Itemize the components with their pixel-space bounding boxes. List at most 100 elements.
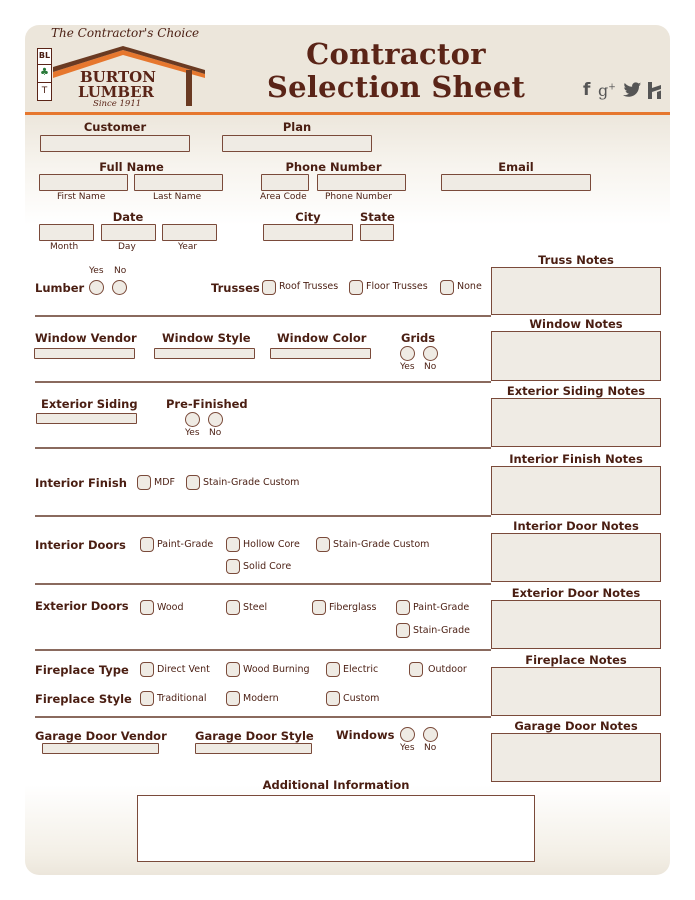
paint-grade-exterior-checkbox[interactable] [396, 600, 410, 615]
window-notes-textarea[interactable] [491, 331, 661, 381]
lumber-no-radio[interactable] [112, 280, 127, 295]
none-trusses-checkbox[interactable] [440, 280, 454, 295]
date-label: Date [112, 210, 144, 224]
steel-door-checkbox[interactable] [226, 600, 240, 615]
plan-input[interactable] [222, 135, 372, 152]
interior-finish-notes-textarea[interactable] [491, 466, 661, 515]
floor-trusses-option: Floor Trusses [366, 281, 428, 292]
wood-burning-option: Wood Burning [243, 664, 310, 675]
month-input[interactable] [39, 224, 94, 241]
none-trusses-option: None [457, 281, 482, 292]
outdoor-checkbox[interactable] [409, 662, 423, 677]
exterior-door-notes-textarea[interactable] [491, 600, 661, 649]
roof-trusses-option: Roof Trusses [279, 281, 339, 292]
mdf-checkbox[interactable] [137, 475, 151, 490]
electric-option: Electric [343, 664, 379, 675]
last-name-input[interactable] [134, 174, 223, 191]
garage-door-notes-textarea[interactable] [491, 733, 661, 782]
customer-label: Customer [83, 120, 147, 134]
fiberglass-door-checkbox[interactable] [312, 600, 326, 615]
email-input[interactable] [441, 174, 591, 191]
state-input[interactable] [360, 224, 394, 241]
stain-grade-exterior-option: Stain-Grade [413, 625, 470, 636]
houzz-icon[interactable] [648, 82, 661, 103]
direct-vent-checkbox[interactable] [140, 662, 154, 677]
header-divider [25, 112, 670, 115]
plan-label: Plan [282, 120, 312, 134]
phone-number-caption: Phone Number [325, 192, 392, 202]
traditional-checkbox[interactable] [140, 691, 154, 706]
city-label: City [295, 210, 321, 224]
custom-fireplace-checkbox[interactable] [326, 691, 340, 706]
stain-grade-exterior-checkbox[interactable] [396, 623, 410, 638]
first-name-input[interactable] [39, 174, 128, 191]
paint-grade-interior-checkbox[interactable] [140, 537, 154, 552]
exterior-siding-notes-textarea[interactable] [491, 398, 661, 447]
stain-grade-custom-door-checkbox[interactable] [316, 537, 330, 552]
facebook-icon[interactable]: f [583, 80, 590, 100]
floor-trusses-checkbox[interactable] [349, 280, 363, 295]
title-line-2: Selection Sheet [266, 70, 526, 104]
window-vendor-label: Window Vendor [35, 331, 137, 345]
lumber-yes-radio[interactable] [89, 280, 104, 295]
roof-trusses-checkbox[interactable] [262, 280, 276, 295]
customer-input[interactable] [40, 135, 190, 152]
phone-number-input[interactable] [317, 174, 406, 191]
fireplace-style-label: Fireplace Style [35, 692, 132, 706]
interior-finish-notes-label: Interior Finish Notes [509, 452, 643, 466]
window-style-input[interactable] [154, 348, 255, 359]
year-caption: Year [178, 242, 198, 252]
twitter-icon[interactable] [623, 82, 642, 102]
first-name-caption: First Name [57, 192, 106, 202]
interior-door-notes-label: Interior Door Notes [513, 519, 639, 533]
section-divider [35, 716, 491, 718]
wood-burning-checkbox[interactable] [226, 662, 240, 677]
prefinished-yes-radio[interactable] [185, 412, 200, 427]
section-divider [35, 583, 491, 585]
google-plus-icon[interactable]: g+ [598, 81, 616, 100]
truss-notes-textarea[interactable] [491, 267, 661, 315]
grids-no-radio[interactable] [423, 346, 438, 361]
modern-checkbox[interactable] [226, 691, 240, 706]
outdoor-option: Outdoor [428, 664, 467, 675]
prefinished-no-radio[interactable] [208, 412, 223, 427]
hollow-core-checkbox[interactable] [226, 537, 240, 552]
garage-windows-yes-caption: Yes [400, 743, 415, 753]
window-color-label: Window Color [277, 331, 367, 345]
window-color-input[interactable] [270, 348, 371, 359]
garage-door-vendor-input[interactable] [42, 743, 159, 754]
garage-windows-no-radio[interactable] [423, 727, 438, 742]
grids-yes-radio[interactable] [400, 346, 415, 361]
grids-no-caption: No [424, 362, 437, 372]
pre-finished-label: Pre-Finished [166, 397, 248, 411]
badge-bl: BL [37, 48, 52, 65]
fireplace-notes-textarea[interactable] [491, 667, 661, 716]
stain-grade-custom-finish-checkbox[interactable] [186, 475, 200, 490]
city-input[interactable] [263, 224, 353, 241]
mdf-option: MDF [154, 477, 175, 488]
stain-grade-custom-finish-option: Stain-Grade Custom [203, 477, 300, 488]
logo-badge: BL ♣ T [37, 48, 52, 106]
custom-fireplace-option: Custom [343, 693, 380, 704]
garage-windows-yes-radio[interactable] [400, 727, 415, 742]
section-divider [35, 649, 491, 651]
wood-door-checkbox[interactable] [140, 600, 154, 615]
window-vendor-input[interactable] [34, 348, 135, 359]
year-input[interactable] [162, 224, 217, 241]
tagline: The Contractor's Choice [51, 26, 200, 40]
last-name-caption: Last Name [153, 192, 202, 202]
garage-door-style-input[interactable] [195, 743, 312, 754]
day-caption: Day [118, 242, 136, 252]
section-divider [35, 315, 491, 317]
lumber-label: Lumber [35, 281, 85, 295]
garage-windows-no-caption: No [424, 743, 437, 753]
day-input[interactable] [101, 224, 156, 241]
additional-info-textarea[interactable] [137, 795, 535, 862]
exterior-siding-input[interactable] [36, 413, 137, 424]
interior-door-notes-textarea[interactable] [491, 533, 661, 582]
electric-checkbox[interactable] [326, 662, 340, 677]
area-code-caption: Area Code [260, 192, 307, 202]
grids-yes-caption: Yes [400, 362, 415, 372]
area-code-input[interactable] [261, 174, 309, 191]
solid-core-checkbox[interactable] [226, 559, 240, 574]
